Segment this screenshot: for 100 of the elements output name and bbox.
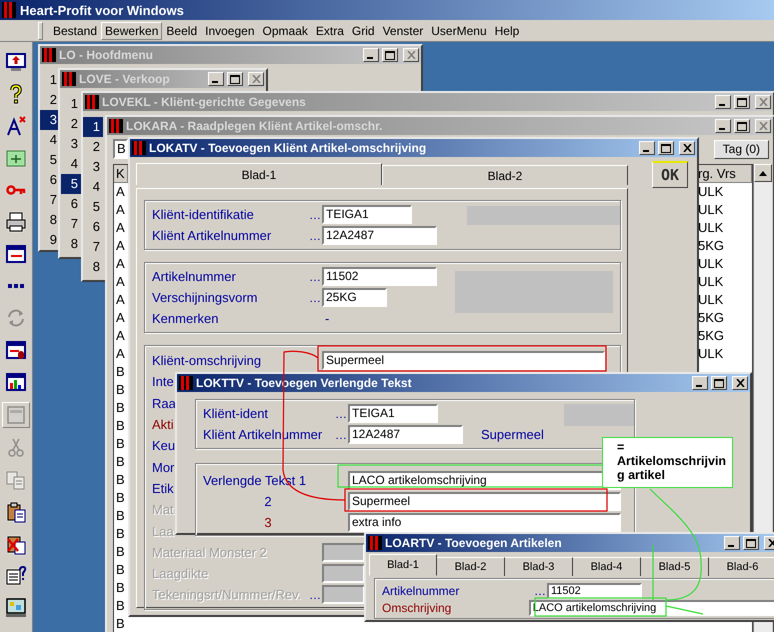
logo-icon [368, 536, 382, 550]
menu-item[interactable]: 7 [40, 190, 60, 210]
monitor-icon[interactable] [4, 596, 28, 620]
ok-button[interactable]: OK [652, 161, 688, 188]
table-cell-text: B [115, 525, 126, 543]
minimize-button[interactable] [692, 376, 708, 390]
menu-item[interactable]: 6 [40, 170, 60, 190]
menu-item[interactable]: 3 [40, 110, 60, 130]
menu-item[interactable]: 8 [61, 234, 81, 254]
minimize-button[interactable] [639, 141, 655, 155]
menu-item[interactable]: 3 [61, 134, 81, 154]
text-field[interactable]: Supermeel [348, 492, 621, 511]
menu-item[interactable]: 9 [40, 230, 60, 250]
maximize-button[interactable] [227, 72, 243, 86]
text-field[interactable]: 11502 [547, 582, 642, 598]
tab[interactable]: Blad-4 [573, 557, 641, 576]
minimize-button[interactable] [715, 95, 731, 109]
maximize-button[interactable] [711, 376, 727, 390]
lookup-dots[interactable]: … [335, 428, 347, 442]
tab[interactable]: Blad-3 [505, 557, 573, 576]
tab[interactable]: Blad-1 [136, 163, 382, 185]
close-icon [682, 144, 692, 152]
column-header[interactable]: rg. Vrs [696, 165, 752, 183]
menu-item[interactable]: 4 [40, 130, 60, 150]
lookup-dots[interactable]: … [309, 208, 321, 222]
close-button[interactable] [679, 141, 695, 155]
lookup-dots[interactable]: … [309, 270, 321, 284]
text-field[interactable]: 11502 [322, 267, 437, 286]
menu-item[interactable]: 6 [83, 217, 103, 237]
menu-item[interactable]: Help [490, 22, 524, 40]
text-field[interactable]: Supermeel [322, 351, 605, 370]
menu-item[interactable]: Invoegen [201, 22, 259, 40]
menu-item[interactable]: 2 [61, 114, 81, 134]
text-field[interactable]: 25KG [322, 288, 387, 307]
menu-item[interactable]: 2 [83, 137, 103, 157]
text-field[interactable]: TEIGA1 [322, 205, 412, 224]
maximize-button[interactable] [743, 536, 759, 550]
text-field[interactable]: 12A2487 [348, 425, 463, 444]
column-header[interactable]: K [114, 165, 128, 183]
menu-item[interactable]: UserMenu [427, 22, 491, 40]
close-button[interactable] [403, 48, 419, 62]
field-label: Artikelnummer [382, 584, 460, 598]
description-text: Supermeel [481, 427, 544, 442]
search-field[interactable]: B [113, 139, 128, 159]
menu-item[interactable]: Beeld [162, 22, 202, 40]
tab[interactable]: Blad-2 [382, 165, 628, 185]
close-button[interactable] [248, 72, 264, 86]
table-cell-text: A [115, 309, 126, 327]
lookup-dots[interactable]: … [309, 228, 321, 242]
menu-item[interactable]: Venster [378, 22, 428, 40]
menu-item[interactable]: Bestand [49, 22, 102, 40]
minimize-button[interactable] [715, 119, 731, 133]
lookup-dots[interactable]: … [534, 584, 546, 598]
close-button[interactable] [732, 376, 748, 390]
menu-item[interactable]: Grid [348, 22, 379, 40]
menu-item[interactable]: 4 [61, 154, 81, 174]
menu-item[interactable]: 1 [83, 117, 103, 137]
close-button[interactable] [755, 95, 771, 109]
text-field[interactable]: extra info [348, 513, 621, 532]
menu-item[interactable]: Extra [312, 22, 348, 40]
lookup-dots[interactable]: … [309, 290, 321, 304]
tab[interactable]: Blad-5 [641, 557, 709, 576]
menu-item[interactable]: Opmaak [258, 22, 312, 40]
tab[interactable]: Blad-1 [369, 554, 437, 576]
minimize-button[interactable] [724, 536, 740, 550]
maximize-button[interactable] [658, 141, 674, 155]
table-cell-text: B [115, 579, 126, 597]
chart-icon[interactable] [4, 370, 28, 394]
menu-item[interactable]: 1 [61, 94, 81, 114]
menu-item[interactable]: 5 [83, 197, 103, 217]
maximize-button[interactable] [734, 95, 750, 109]
menu-item[interactable]: 2 [40, 90, 60, 110]
table-cell-text: B [115, 399, 126, 417]
scroll-up-button[interactable] [754, 164, 772, 182]
printer-icon[interactable] [4, 210, 28, 234]
menu-item[interactable]: 1 [40, 70, 60, 90]
menu-item[interactable]: 8 [40, 210, 60, 230]
menu-item[interactable]: Bewerken [101, 22, 162, 40]
menu-item[interactable]: 7 [61, 214, 81, 234]
maximize-button[interactable] [734, 119, 750, 133]
lookup-dots[interactable]: … [335, 406, 347, 420]
text-field[interactable]: TEIGA1 [348, 404, 438, 423]
menu-item[interactable]: 6 [61, 194, 81, 214]
tab[interactable]: Blad-2 [437, 557, 505, 576]
maximize-button[interactable] [382, 48, 398, 62]
menu-item[interactable]: 4 [83, 177, 103, 197]
text-field[interactable]: 12A2487 [322, 226, 437, 245]
close-button[interactable] [755, 119, 771, 133]
font-icon[interactable] [4, 114, 28, 138]
menu-item[interactable]: 5 [40, 150, 60, 170]
menu-item[interactable]: 7 [83, 237, 103, 257]
menu-item[interactable]: 5 [61, 174, 81, 194]
minimize-button[interactable] [363, 48, 379, 62]
monitor-icon[interactable] [4, 50, 28, 74]
minimize-button[interactable] [208, 72, 224, 86]
menu-item[interactable]: 8 [83, 257, 103, 277]
window-icon[interactable] [4, 242, 28, 266]
tag-button[interactable]: Tag (0) [714, 140, 769, 158]
window-mouse-icon[interactable] [4, 338, 28, 362]
menu-item[interactable]: 3 [83, 157, 103, 177]
